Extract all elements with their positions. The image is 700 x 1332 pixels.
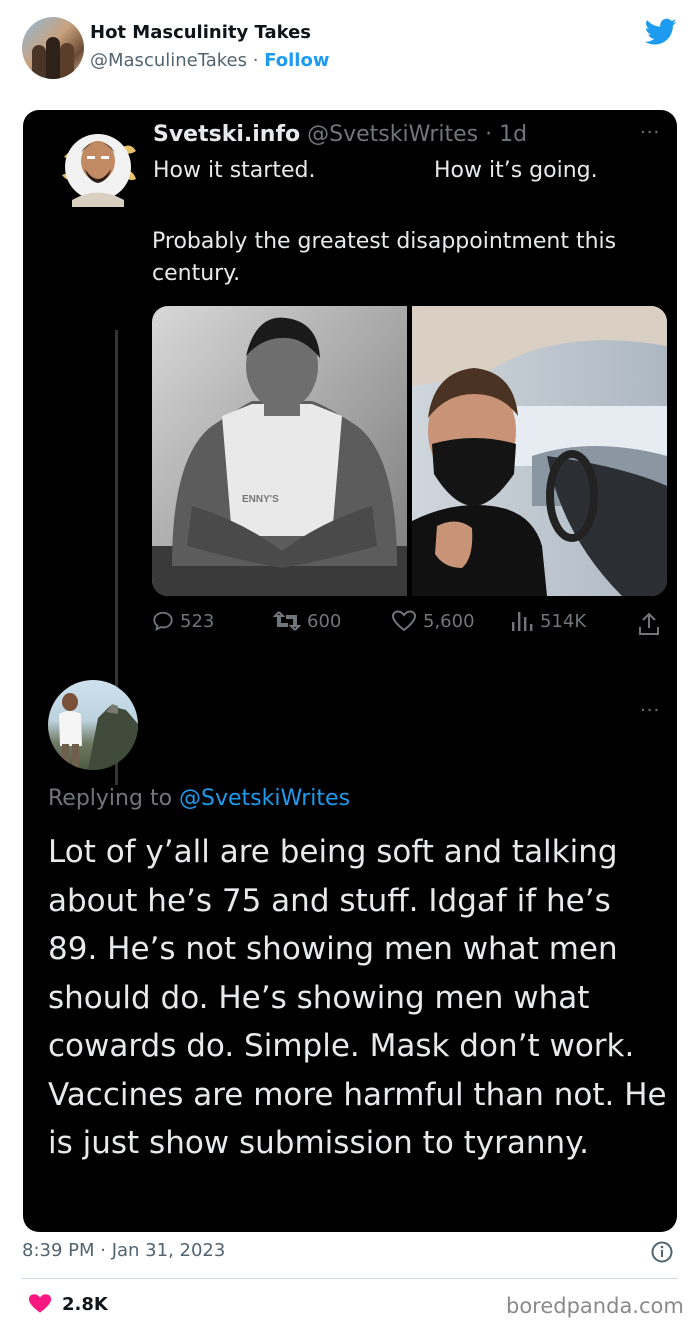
footer-divider	[22, 1278, 678, 1279]
heart-icon	[28, 1294, 52, 1313]
views-icon	[512, 612, 533, 631]
like-action[interactable]: 5,600	[391, 610, 475, 632]
reply-text: Lot of y’all are being soft and talking …	[48, 834, 667, 1161]
quoted-author-avatar[interactable]	[58, 127, 138, 207]
reply-author-avatar[interactable]	[48, 680, 138, 770]
media-images: ENNY'S	[152, 306, 667, 596]
how-it-started-text: How it started.	[153, 158, 316, 183]
handle-separator: ·	[247, 50, 265, 71]
how-its-going-text: How it’s going.	[434, 158, 598, 183]
outer-avatar[interactable]	[22, 17, 84, 79]
replying-to-label: Replying to	[48, 786, 180, 811]
twitter-bird-icon[interactable]	[645, 18, 677, 46]
views-action[interactable]: 514K	[510, 610, 586, 632]
car-photo-image	[412, 306, 667, 596]
info-icon[interactable]	[650, 1240, 674, 1264]
outer-author-handle: @MasculineTakes · Follow	[90, 50, 329, 71]
like-count: 5,600	[423, 611, 475, 632]
follow-button[interactable]: Follow	[264, 50, 329, 71]
share-icon[interactable]	[636, 612, 662, 636]
heart-icon	[391, 610, 417, 632]
retweet-count: 600	[307, 611, 342, 632]
bodybuilder-image: ENNY'S	[152, 306, 407, 596]
outer-like-count: 2.8K	[62, 1294, 108, 1315]
quoted-author-handle[interactable]: @SvetskiWrites	[307, 122, 478, 147]
reply-action[interactable]: 523	[152, 610, 214, 632]
quoted-author-name[interactable]: Svetski.info	[153, 122, 300, 147]
quoted-tweet-text: Probably the greatest disappointment thi…	[152, 229, 617, 286]
outer-like-action[interactable]: 2.8K	[28, 1293, 108, 1315]
quoted-author: Svetski.info @SvetskiWrites · 1d	[153, 122, 527, 147]
tweet-media[interactable]: ENNY'S	[152, 306, 667, 596]
reply-more-options-icon[interactable]: ···	[640, 700, 660, 721]
outer-author-name[interactable]: Hot Masculinity Takes	[90, 22, 311, 43]
replying-to-handle[interactable]: @SvetskiWrites	[179, 786, 350, 811]
views-count: 514K	[540, 611, 587, 632]
reply-count: 523	[180, 611, 215, 632]
watermark: boredpanda.com	[506, 1294, 684, 1318]
reply-icon	[153, 611, 173, 631]
quoted-age: · 1d	[478, 122, 528, 147]
more-options-icon[interactable]: ···	[640, 122, 660, 143]
embedded-tweet: Svetski.info @SvetskiWrites · 1d ··· How…	[23, 110, 677, 1232]
svg-text:ENNY'S: ENNY'S	[242, 494, 279, 505]
retweet-icon	[272, 611, 302, 631]
reply-avatar-photo	[59, 693, 138, 770]
replying-to: Replying to @SvetskiWrites	[48, 786, 350, 811]
retweet-action[interactable]: 600	[272, 610, 342, 632]
tweet-timestamp[interactable]: 8:39 PM · Jan 31, 2023	[22, 1240, 225, 1261]
outer-handle-text[interactable]: @MasculineTakes	[90, 50, 247, 71]
